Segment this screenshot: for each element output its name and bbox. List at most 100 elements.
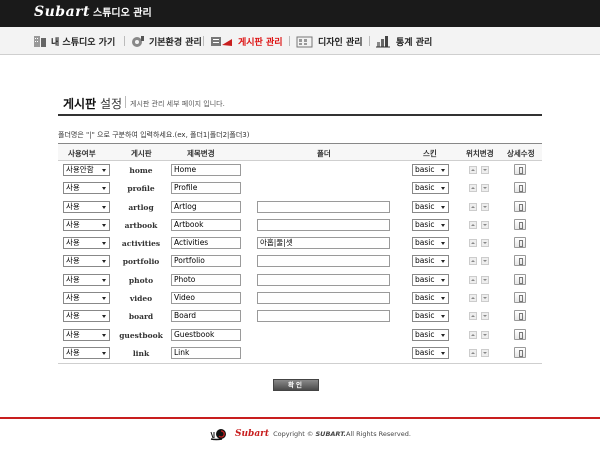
use-select[interactable]: 사용 [63, 237, 110, 250]
move-up-icon[interactable] [469, 202, 477, 211]
move-down-icon[interactable] [481, 184, 489, 193]
board-icon [211, 36, 232, 46]
nav-label: 기본환경 관리 [149, 37, 202, 48]
folder-input[interactable] [257, 218, 390, 231]
skin-select[interactable]: basic [412, 200, 449, 213]
nav-divider [289, 36, 290, 46]
move-down-icon[interactable] [481, 257, 489, 266]
move-down-icon[interactable] [481, 275, 489, 284]
folder-input[interactable] [257, 255, 390, 268]
skin-select[interactable]: basic [412, 237, 449, 250]
edit-detail-button[interactable] [514, 310, 526, 322]
board-id: home [129, 166, 153, 175]
folder-input[interactable] [257, 200, 390, 213]
title-input[interactable]: Portfolio [171, 255, 241, 268]
title-input[interactable]: Video [171, 292, 241, 305]
edit-detail-button[interactable] [514, 164, 526, 175]
table-body: 사용안함 home Home basic 사용 profile Profile basic 사용… [58, 161, 542, 362]
main-nav: 내 스튜디오 가기 기본환경 관리 게시판 관리 디자인 관리 통계 관리 [0, 27, 600, 55]
use-select[interactable]: 사용 [63, 218, 110, 231]
skin-select[interactable]: basic [412, 346, 449, 359]
use-select[interactable]: 사용 [63, 182, 110, 195]
move-up-icon[interactable] [469, 330, 477, 339]
page-description: 게시판 관리 세부 페이지 입니다. [130, 100, 225, 108]
nav-stats[interactable]: 통계 관리 [376, 32, 432, 50]
table-row: 사용 link Link basic [58, 344, 542, 362]
title-input[interactable]: Home [171, 164, 241, 176]
use-select[interactable]: 사용 [63, 255, 110, 268]
edit-detail-button[interactable] [514, 273, 526, 285]
nav-label: 통계 관리 [396, 37, 433, 48]
move-up-icon[interactable] [469, 184, 477, 193]
nav-board[interactable]: 게시판 관리 [210, 32, 283, 50]
skin-select[interactable]: basic [412, 273, 449, 286]
move-up-icon[interactable] [469, 257, 477, 266]
nav-my-studio[interactable]: 내 스튜디오 가기 [33, 32, 115, 50]
board-id: link [132, 348, 150, 358]
title-input[interactable]: Photo [171, 273, 241, 286]
move-up-icon[interactable] [469, 275, 477, 284]
title-input[interactable]: Profile [171, 182, 241, 195]
move-down-icon[interactable] [481, 166, 489, 174]
edit-detail-button[interactable] [514, 328, 526, 340]
footer: Subart Copyright © SUBART.All Rights Res… [210, 427, 411, 441]
skin-select[interactable]: basic [412, 310, 449, 323]
title-input[interactable]: Artlog [171, 200, 241, 213]
use-select[interactable]: 사용 [63, 346, 110, 359]
skin-select[interactable]: basic [412, 164, 449, 176]
edit-detail-button[interactable] [514, 292, 526, 304]
folder-input[interactable] [257, 292, 390, 305]
move-down-icon[interactable] [481, 294, 489, 303]
move-down-icon[interactable] [481, 220, 489, 229]
use-select[interactable]: 사용 [63, 328, 110, 341]
skin-select[interactable]: basic [412, 182, 449, 195]
nav-design[interactable]: 디자인 관리 [296, 32, 363, 50]
table-row: 사용 guestbook Guestbook basic [58, 326, 542, 344]
move-up-icon[interactable] [469, 312, 477, 321]
use-select[interactable]: 사용 [63, 273, 110, 286]
move-up-icon[interactable] [469, 294, 477, 303]
move-down-icon[interactable] [481, 239, 489, 248]
edit-detail-button[interactable] [514, 346, 526, 358]
board-id: board [128, 312, 154, 322]
title-input[interactable]: Artbook [171, 218, 241, 231]
logo[interactable]: Subart 스튜디오 관리 [34, 4, 152, 20]
header-skin: 스킨 [423, 149, 437, 158]
edit-detail-button[interactable] [514, 182, 526, 194]
snail-logo-icon [210, 429, 226, 441]
logo-brand: Subart [34, 4, 90, 20]
stats-icon [376, 35, 390, 47]
move-up-icon[interactable] [469, 166, 477, 174]
skin-select[interactable]: basic [412, 218, 449, 231]
skin-select[interactable]: basic [412, 328, 449, 341]
move-down-icon[interactable] [481, 330, 489, 339]
confirm-button[interactable]: 확인 [273, 379, 319, 391]
skin-select[interactable]: basic [412, 292, 449, 305]
edit-detail-button[interactable] [514, 255, 526, 267]
title-input[interactable]: Link [171, 346, 241, 359]
use-select[interactable]: 사용 [63, 292, 110, 305]
page-title: 게시판 설정 [63, 95, 122, 112]
use-select[interactable]: 사용안함 [63, 164, 110, 176]
move-down-icon[interactable] [481, 312, 489, 321]
title-input[interactable]: Guestbook [171, 328, 241, 341]
nav-label: 내 스튜디오 가기 [51, 37, 116, 48]
edit-detail-button[interactable] [514, 218, 526, 230]
title-input[interactable]: Activities [171, 237, 241, 250]
nav-settings[interactable]: 기본환경 관리 [131, 32, 202, 50]
folder-input[interactable]: 아홉|둘|셋 [257, 237, 390, 250]
move-down-icon[interactable] [481, 202, 489, 211]
move-up-icon[interactable] [469, 348, 477, 357]
folder-input[interactable] [257, 273, 390, 286]
use-select[interactable]: 사용 [63, 200, 110, 213]
board-id: artbook [124, 220, 158, 230]
move-down-icon[interactable] [481, 348, 489, 357]
skin-select[interactable]: basic [412, 255, 449, 268]
title-input[interactable]: Board [171, 310, 241, 323]
edit-detail-button[interactable] [514, 200, 526, 212]
use-select[interactable]: 사용 [63, 310, 110, 323]
edit-detail-button[interactable] [514, 237, 526, 249]
move-up-icon[interactable] [469, 239, 477, 248]
move-up-icon[interactable] [469, 220, 477, 229]
folder-input[interactable] [257, 310, 390, 323]
